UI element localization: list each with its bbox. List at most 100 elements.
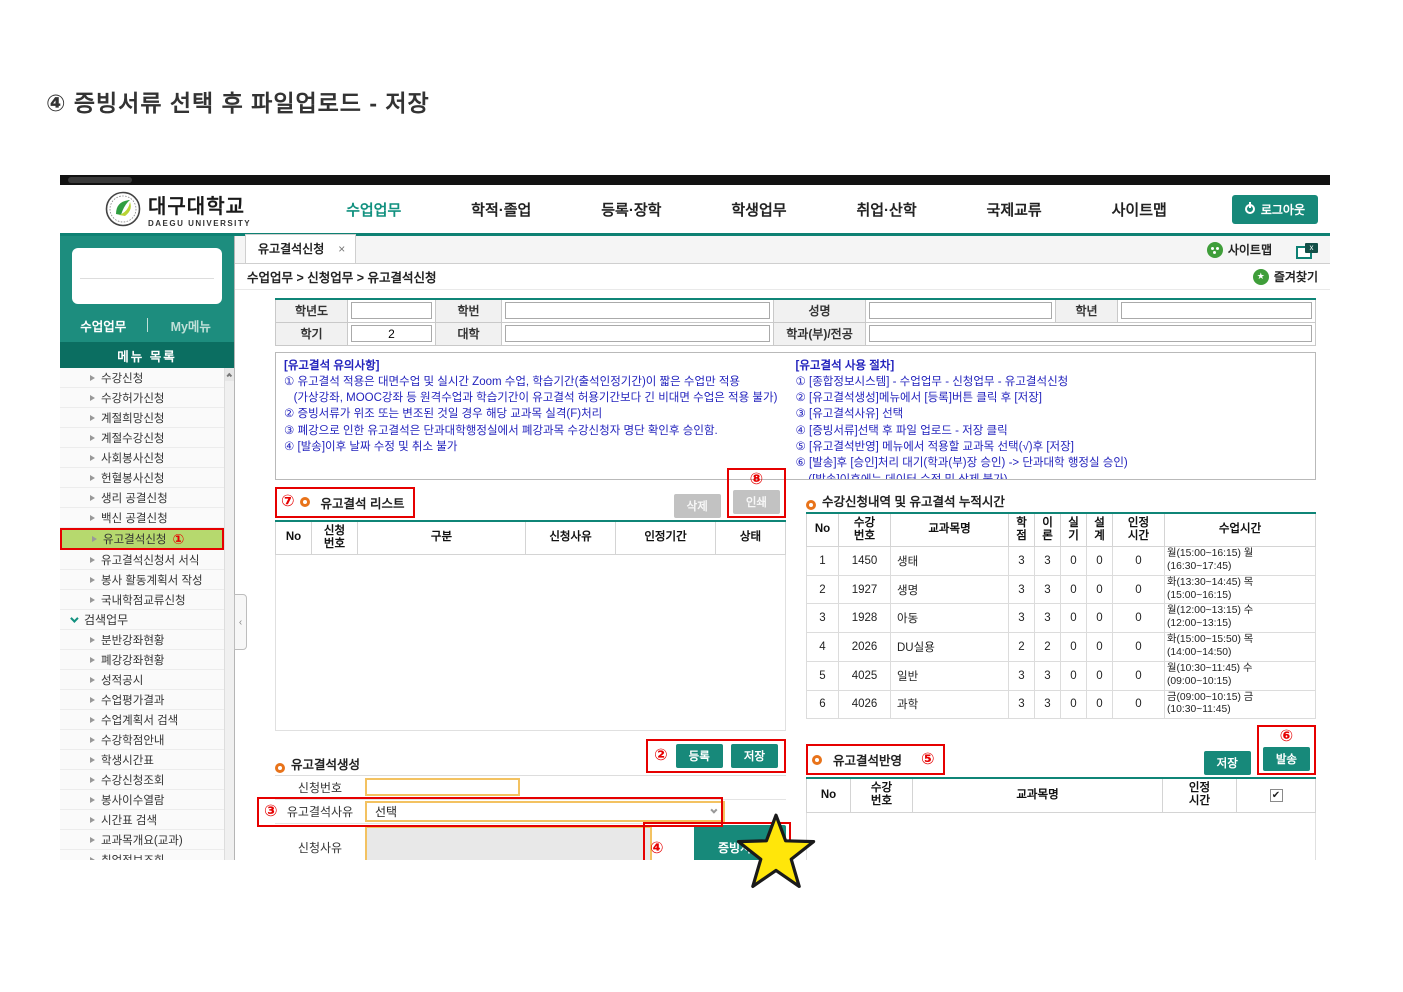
- sidebar-item[interactable]: 수강학점안내: [60, 730, 224, 750]
- apply-save-button[interactable]: 저장: [1204, 751, 1251, 775]
- sidebar-item[interactable]: 수강신청: [60, 368, 224, 388]
- college-input[interactable]: [505, 325, 770, 342]
- sidebar-item[interactable]: 시간표 검색: [60, 810, 224, 830]
- sidebar-tab-mymenu[interactable]: My메뉴: [148, 316, 235, 335]
- sidebar-item[interactable]: 국내학점교류신청: [60, 590, 224, 610]
- table-cell: 0: [1061, 633, 1087, 662]
- star-annotation: [736, 812, 816, 892]
- logout-button[interactable]: 로그아웃: [1232, 195, 1318, 224]
- year-input[interactable]: [351, 302, 432, 319]
- sidebar-item[interactable]: 봉사 활동계획서 작성: [60, 570, 224, 590]
- table-cell: 4: [807, 633, 839, 662]
- triangle-right-icon: [90, 817, 95, 823]
- logout-label: 로그아웃: [1261, 201, 1305, 218]
- triangle-right-icon: [90, 455, 95, 461]
- sidebar-item[interactable]: 계절수강신청: [60, 428, 224, 448]
- university-seal-icon: [105, 191, 141, 227]
- name-input[interactable]: [869, 302, 1052, 319]
- sidebar-item[interactable]: 유고결석신청①: [60, 528, 224, 550]
- sidebar-item-label: 유고결석신청서 서식: [101, 552, 199, 568]
- table-cell: 3: [1035, 690, 1061, 719]
- notice-line: ⑥ [발송]후 [승인]처리 대기(학과(부)장 승인) -> 단과대학 행정실…: [796, 455, 1308, 471]
- sidebar-item[interactable]: 백신 공결신청: [60, 508, 224, 528]
- sitemap-label: 사이트맵: [1228, 241, 1272, 258]
- sitemap-button[interactable]: 사이트맵: [1207, 241, 1272, 258]
- annotation-circle-5: ⑤: [921, 752, 935, 768]
- table-cell: 화(15:00~15:50) 목(14:00~14:50): [1165, 633, 1316, 662]
- profile-box: [72, 248, 222, 304]
- appno-label: 신청번호: [275, 779, 365, 796]
- table-cell: 3: [807, 604, 839, 633]
- save-button[interactable]: 저장: [731, 744, 778, 768]
- nav-item[interactable]: 학적·졸업: [471, 199, 531, 220]
- sidebar-item[interactable]: 수강허가신청: [60, 388, 224, 408]
- select-all-checkbox[interactable]: ✔: [1237, 778, 1316, 812]
- sidebar-item[interactable]: 폐강강좌현황: [60, 650, 224, 670]
- send-button[interactable]: 발송: [1263, 747, 1310, 771]
- table-row: 11450생태33000월(15:00~16:15) 월(16:30~17:45…: [807, 546, 1316, 575]
- sidebar-item[interactable]: 교과목개요(교과): [60, 830, 224, 850]
- sidebar-item[interactable]: 계절희망신청: [60, 408, 224, 428]
- table-cell: 금(09:00~10:15) 금(10:30~11:45): [1165, 690, 1316, 719]
- sidebar-item[interactable]: 검색업무: [60, 610, 224, 630]
- semester-input[interactable]: [351, 325, 432, 342]
- sidebar-tab-work[interactable]: 수업업무: [60, 316, 147, 335]
- register-button[interactable]: 등록: [676, 744, 723, 768]
- sidebar-item[interactable]: 헌혈봉사신청: [60, 468, 224, 488]
- table-cell: 3: [1035, 604, 1061, 633]
- triangle-right-icon: [90, 495, 95, 501]
- sidebar-item[interactable]: 취업정보조회: [60, 850, 224, 860]
- sidebar-item[interactable]: 생리 공결신청: [60, 488, 224, 508]
- nav-item[interactable]: 등록·장학: [601, 199, 661, 220]
- close-all-windows-icon[interactable]: [1296, 243, 1318, 257]
- table-cell: 0: [1113, 661, 1165, 690]
- sitemap-icon: [1207, 242, 1223, 258]
- scroll-up-icon[interactable]: [225, 368, 234, 381]
- close-icon[interactable]: ×: [338, 242, 345, 256]
- sidebar-scrollbar[interactable]: [224, 368, 234, 860]
- grade-input[interactable]: [1121, 302, 1312, 319]
- triangle-right-icon: [90, 777, 95, 783]
- sidebar-item[interactable]: 학생시간표: [60, 750, 224, 770]
- column-header: 이 론: [1035, 513, 1061, 547]
- column-header: 인정 시간: [1113, 513, 1165, 547]
- table-cell: 화(13:30~14:45) 목(15:00~16:15): [1165, 575, 1316, 604]
- nav-item[interactable]: 취업·산학: [856, 199, 916, 220]
- notice-box: [유고결석 유의사항]① 유고결석 적용은 대면수업 및 실시간 Zoom 수업…: [275, 352, 1316, 480]
- print-button[interactable]: 인쇄: [733, 490, 780, 514]
- studentno-input[interactable]: [505, 302, 770, 319]
- column-header: 상태: [716, 521, 786, 555]
- sidebar-item[interactable]: 성적공시: [60, 670, 224, 690]
- sidebar-item[interactable]: 수업계획서 검색: [60, 710, 224, 730]
- major-input[interactable]: [869, 325, 1312, 342]
- column-header: 인정 시간: [1163, 778, 1237, 812]
- apply-table: No수강 번호교과목명인정 시간✔: [806, 777, 1316, 812]
- nav-item[interactable]: 사이트맵: [1112, 199, 1167, 220]
- table-cell: 3: [1035, 575, 1061, 604]
- sidebar-item[interactable]: 분반강좌현황: [60, 630, 224, 650]
- sidebar-item[interactable]: 수업평가결과: [60, 690, 224, 710]
- sidebar-item[interactable]: 사회봉사신청: [60, 448, 224, 468]
- credit-table-title: 수강신청내역 및 유고결석 누적시간: [822, 491, 1005, 510]
- sidebar-collapse-button[interactable]: ‹: [234, 594, 247, 650]
- nav-item[interactable]: 국제교류: [987, 199, 1042, 220]
- favorite-button[interactable]: ★ 즐겨찾기: [1253, 268, 1318, 285]
- sidebar-item[interactable]: 유고결석신청서 서식: [60, 550, 224, 570]
- sidebar-item-label: 백신 공결신청: [101, 510, 168, 526]
- reason-select[interactable]: 선택: [365, 801, 725, 822]
- appno-input[interactable]: [365, 778, 520, 796]
- sidebar-item[interactable]: 수강신청조회: [60, 770, 224, 790]
- notice-line: ① [종합정보시스템] - 수업업무 - 신청업무 - 유고결석신청: [796, 374, 1308, 390]
- chevron-down-icon: [710, 806, 717, 813]
- sidebar-item-label: 수강신청: [101, 370, 143, 386]
- apply-header-row: No수강 번호교과목명인정 시간✔: [807, 778, 1316, 812]
- delete-button[interactable]: 삭제: [674, 494, 721, 518]
- column-header: 수강 번호: [851, 778, 913, 812]
- sidebar-item[interactable]: 봉사이수열람: [60, 790, 224, 810]
- table-cell: 3: [1009, 604, 1035, 633]
- nav-item[interactable]: 수업업무: [346, 199, 401, 220]
- tab-absence-application[interactable]: 유고결석신청 ×: [245, 234, 356, 263]
- sidebar-tabs: 수업업무 My메뉴: [60, 312, 234, 338]
- nav-item[interactable]: 학생업무: [731, 199, 786, 220]
- detail-textarea[interactable]: [365, 826, 652, 860]
